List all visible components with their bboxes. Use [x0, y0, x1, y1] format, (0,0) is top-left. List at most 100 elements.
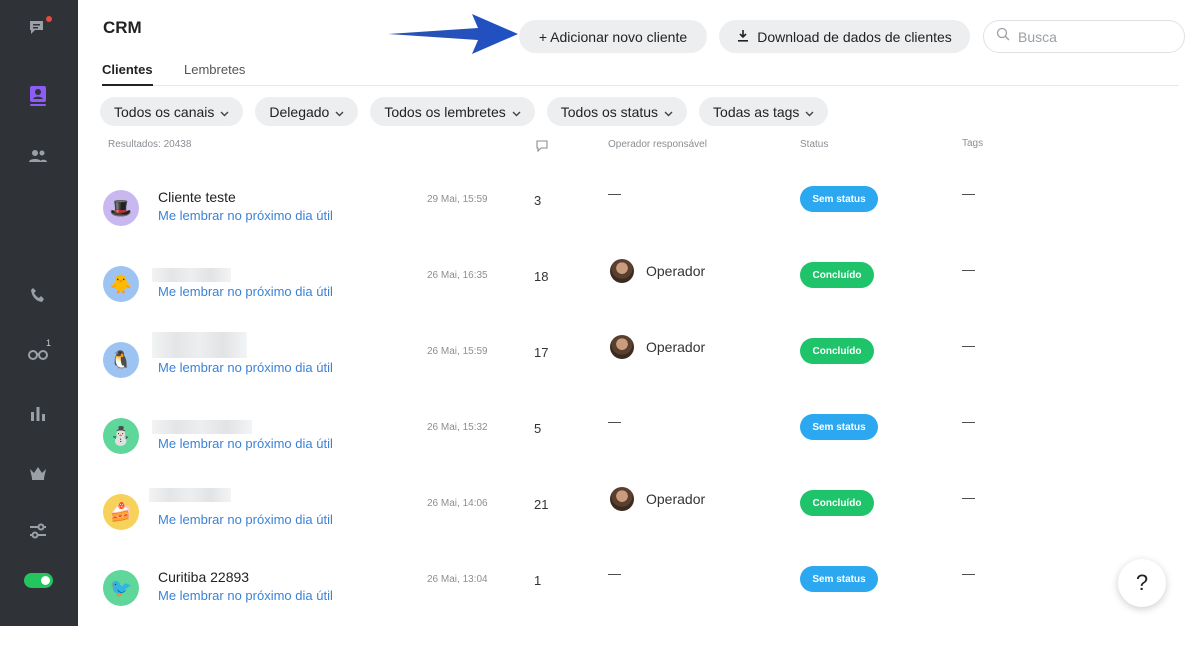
client-avatar: 🐥: [103, 266, 139, 302]
download-clients-button[interactable]: Download de dados de clientes: [719, 20, 970, 53]
filter-channels[interactable]: Todos os canais: [100, 97, 244, 126]
client-avatar: 🍰: [103, 494, 139, 530]
status-badge[interactable]: Sem status: [800, 566, 878, 592]
tags-header: Tags: [962, 138, 984, 149]
last-message-date: 26 Mai, 13:04: [427, 574, 488, 585]
filter-bar: Todos os canais Delegado Todos os lembre…: [100, 97, 829, 126]
operator-header: Operador responsável: [608, 139, 707, 150]
filter-reminders[interactable]: Todos os lembretes: [370, 97, 535, 126]
table-row[interactable]: 🐧 Me lembrar no próximo dia útil 26 Mai,…: [78, 332, 1178, 418]
crown-icon[interactable]: [27, 462, 49, 484]
bar-chart-icon[interactable]: [27, 402, 49, 424]
client-name-redacted: [152, 332, 247, 358]
operator: Operador: [610, 487, 705, 511]
client-name-redacted: [149, 488, 231, 502]
status-badge[interactable]: Sem status: [800, 186, 878, 212]
help-button[interactable]: ?: [1118, 559, 1166, 607]
operator-name: Operador: [646, 491, 706, 507]
sliders-icon[interactable]: [27, 520, 49, 542]
operator-empty: —: [608, 566, 621, 581]
message-count: 5: [534, 421, 542, 436]
reminder-link[interactable]: Me lembrar no próximo dia útil: [158, 512, 333, 527]
chevron-down-icon: [512, 104, 521, 120]
table-row[interactable]: 🎩 Cliente teste Me lembrar no próximo di…: [78, 186, 1178, 266]
tags-value: —: [962, 338, 975, 353]
table-row[interactable]: ⛄ Me lembrar no próximo dia útil 26 Mai,…: [78, 414, 1178, 494]
operator-avatar: [610, 335, 634, 359]
filter-status[interactable]: Todos os status: [546, 97, 688, 126]
chevron-down-icon: [335, 104, 344, 120]
last-message-date: 26 Mai, 14:06: [427, 498, 488, 509]
table-row[interactable]: 🐥 Me lembrar no próximo dia útil 26 Mai,…: [78, 259, 1178, 342]
status-badge[interactable]: Concluído: [800, 338, 874, 364]
tags-value: —: [962, 566, 975, 581]
search-input[interactable]: [1018, 28, 1168, 45]
operator-avatar: [610, 259, 634, 283]
client-name: Cliente teste: [158, 189, 236, 205]
operator-name: Operador: [646, 263, 706, 279]
sidebar: 1: [0, 0, 78, 626]
binoculars-count: 1: [46, 338, 52, 348]
reminder-link[interactable]: Me lembrar no próximo dia útil: [158, 208, 333, 223]
download-label: Download de dados de clientes: [757, 28, 952, 45]
add-client-label: + Adicionar novo cliente: [538, 28, 688, 45]
last-message-date: 26 Mai, 15:32: [427, 422, 488, 433]
status-badge[interactable]: Sem status: [800, 414, 878, 440]
crm-contact-icon[interactable]: [27, 85, 49, 107]
main-content: CRM + Adicionar novo cliente Download de…: [78, 0, 1195, 626]
client-name-redacted: [152, 420, 252, 434]
messages-header-icon: [535, 139, 549, 156]
chevron-down-icon: [220, 104, 229, 120]
client-name: Curitiba 22893: [158, 569, 250, 585]
page-title: CRM: [103, 18, 142, 37]
client-name-redacted: [152, 268, 231, 282]
tab-bar: Clientes Lembretes: [102, 62, 1179, 86]
tags-value: —: [962, 490, 975, 505]
online-toggle[interactable]: [24, 573, 53, 588]
reminder-link[interactable]: Me lembrar no próximo dia útil: [158, 284, 333, 299]
filter-delegated-label: Delegado: [269, 103, 330, 120]
client-avatar: 🎩: [103, 190, 139, 226]
client-avatar: 🐦: [103, 570, 139, 606]
results-count: Resultados: 20438: [108, 139, 192, 150]
operator: Operador: [610, 335, 705, 359]
operator-name: Operador: [646, 339, 706, 355]
reminder-link[interactable]: Me lembrar no próximo dia útil: [158, 436, 333, 451]
phone-icon[interactable]: [27, 284, 49, 306]
add-client-button[interactable]: + Adicionar novo cliente: [519, 20, 707, 53]
search-icon: [996, 27, 1010, 46]
filter-status-label: Todos os status: [560, 103, 659, 120]
operator-empty: —: [608, 186, 621, 201]
search-box[interactable]: [983, 20, 1185, 53]
download-icon: [737, 29, 749, 45]
message-count: 18: [534, 269, 549, 284]
reminder-link[interactable]: Me lembrar no próximo dia útil: [158, 360, 333, 375]
reminder-link[interactable]: Me lembrar no próximo dia útil: [158, 588, 333, 603]
status-badge[interactable]: Concluído: [800, 262, 874, 288]
operator-empty: —: [608, 414, 621, 429]
tab-lembretes[interactable]: Lembretes: [184, 62, 245, 86]
filter-reminders-label: Todos os lembretes: [384, 103, 506, 120]
tab-clientes[interactable]: Clientes: [102, 62, 153, 86]
team-icon[interactable]: [27, 145, 49, 167]
table-row[interactable]: 🍰 Me lembrar no próximo dia útil 26 Mai,…: [78, 487, 1178, 570]
chat-icon[interactable]: [27, 16, 52, 39]
binoculars-icon[interactable]: 1: [27, 338, 51, 364]
filter-tags-label: Todas as tags: [713, 103, 800, 120]
status-badge[interactable]: Concluído: [800, 490, 874, 516]
last-message-date: 26 Mai, 15:59: [427, 346, 488, 357]
table-row[interactable]: 🐦 Curitiba 22893 Me lembrar no próximo d…: [78, 566, 1178, 646]
operator-avatar: [610, 487, 634, 511]
filter-channels-label: Todos os canais: [114, 103, 215, 120]
notification-dot: [46, 16, 52, 22]
filter-delegated[interactable]: Delegado: [255, 97, 359, 126]
message-count: 3: [534, 193, 542, 208]
pointer-arrow-icon: [388, 14, 518, 54]
last-message-date: 26 Mai, 16:35: [427, 270, 488, 281]
message-count: 21: [534, 497, 549, 512]
client-avatar: 🐧: [103, 342, 139, 378]
filter-tags[interactable]: Todas as tags: [699, 97, 829, 126]
message-count: 17: [534, 345, 549, 360]
chevron-down-icon: [805, 104, 814, 120]
client-avatar: ⛄: [103, 418, 139, 454]
